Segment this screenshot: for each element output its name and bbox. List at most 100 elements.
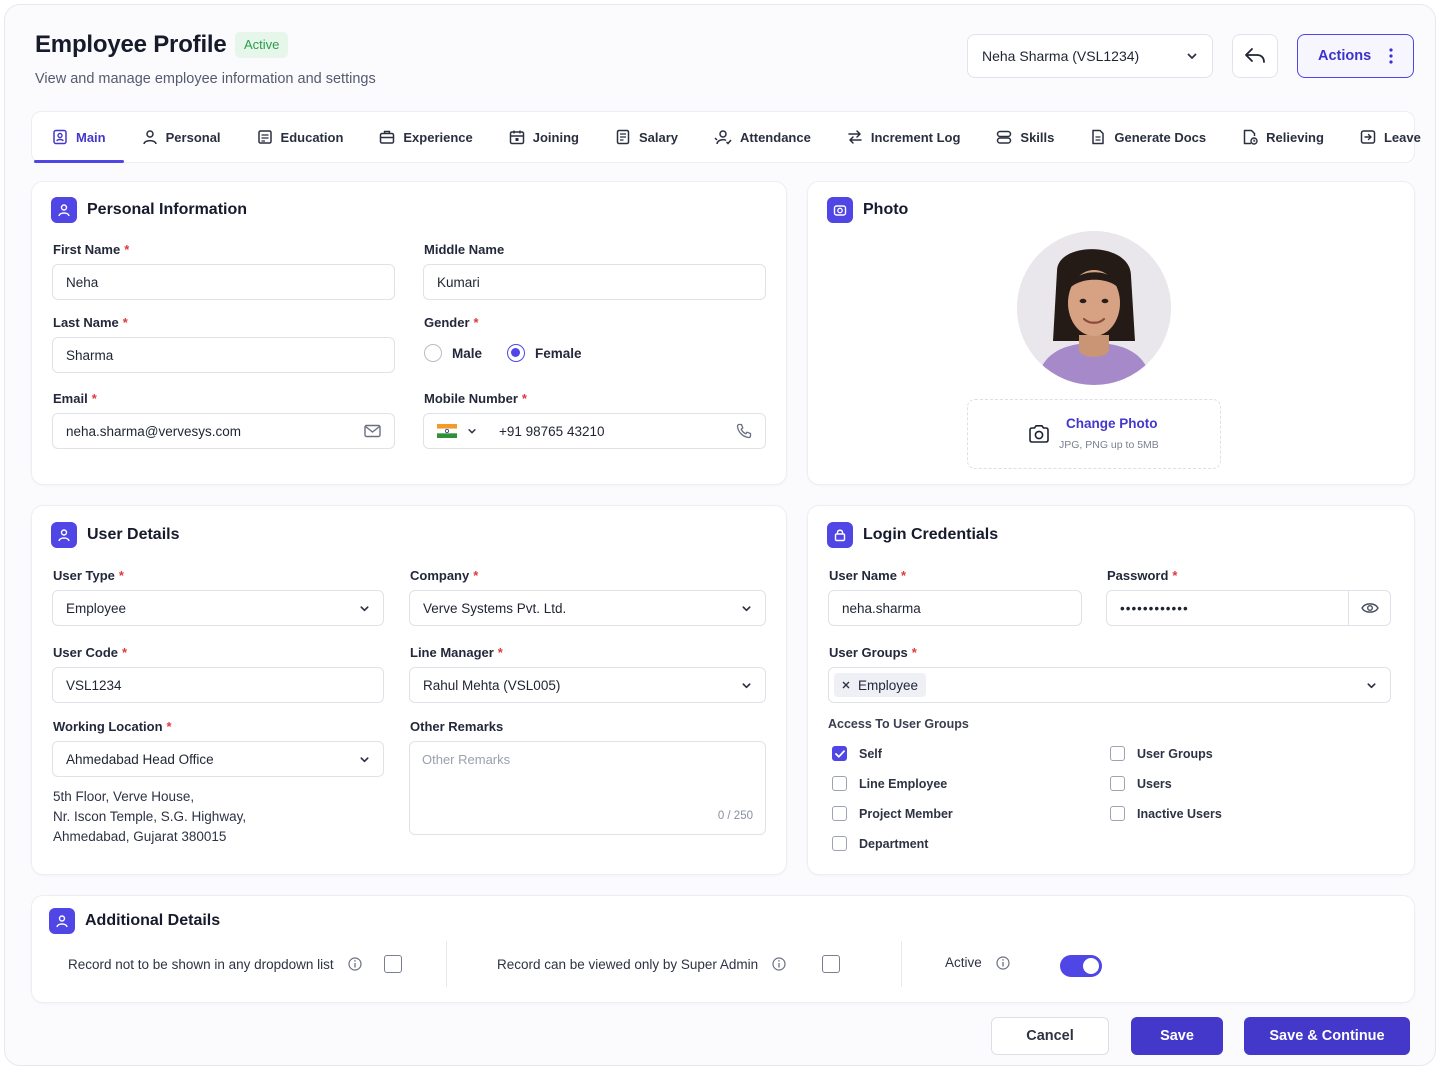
chevron-down-icon (1187, 53, 1197, 59)
password-input[interactable]: •••••••••••• (1106, 590, 1391, 626)
tab-experience-label: Experience (403, 129, 473, 145)
divider (446, 941, 447, 987)
change-photo-dropzone[interactable]: Change Photo JPG, PNG up to 5MB (967, 399, 1221, 469)
close-icon[interactable] (842, 681, 850, 689)
user-type-label: User Type * (53, 568, 124, 583)
access-line-employee-checkbox[interactable]: Line Employee (832, 776, 947, 791)
camera-icon (827, 197, 853, 223)
hide-dropdown-option: Record not to be shown in any dropdown l… (68, 955, 402, 973)
tab-skills[interactable]: Skills (978, 112, 1072, 162)
eye-icon (1360, 603, 1379, 613)
gender-male-radio[interactable]: Male (424, 344, 482, 362)
tab-generate-docs[interactable]: Generate Docs (1072, 112, 1224, 162)
tab-joining[interactable]: Joining (491, 112, 597, 162)
other-remarks-textarea[interactable]: Other Remarks 0 / 250 (409, 741, 766, 835)
file-text-icon (1092, 129, 1105, 145)
user-icon (51, 197, 77, 223)
middle-name-input[interactable]: Kumari (423, 264, 766, 300)
active-toggle[interactable] (1060, 955, 1102, 977)
phone-icon (736, 423, 752, 439)
tab-generate-docs-label: Generate Docs (1114, 129, 1207, 145)
login-credentials-header: Login Credentials (827, 522, 998, 548)
additional-details-card (31, 895, 1415, 1003)
tab-salary-label: Salary (638, 129, 679, 145)
employee-avatar (1017, 231, 1171, 385)
person-icon (142, 130, 157, 145)
layers-icon (997, 130, 1012, 144)
tab-attendance[interactable]: Attendance (696, 112, 829, 162)
actions-button[interactable]: Actions (1297, 34, 1414, 78)
username-input[interactable]: neha.sharma (828, 590, 1082, 626)
app-frame: Employee Profile Active View and manage … (4, 4, 1436, 1066)
reply-arrow-icon (1245, 48, 1265, 63)
user-type-select[interactable]: Employee (52, 590, 384, 626)
chevron-down-icon[interactable] (467, 426, 477, 436)
tab-bar: Main Personal Education Experience Joini… (31, 111, 1421, 163)
email-input[interactable]: neha.sharma@vervesys.com (52, 413, 395, 449)
more-vertical-icon (1389, 48, 1393, 64)
access-users-checkbox[interactable]: Users (1110, 776, 1172, 791)
info-icon[interactable] (996, 955, 1010, 970)
last-name-input[interactable]: Sharma (52, 337, 395, 373)
exit-icon (1360, 130, 1376, 144)
file-clock-icon (1243, 129, 1258, 145)
back-button[interactable] (1232, 34, 1278, 78)
login-credentials-title: Login Credentials (863, 526, 999, 543)
email-label: Email * (53, 391, 97, 406)
hide-dropdown-checkbox[interactable] (383, 955, 402, 973)
username-label: User Name * (829, 568, 906, 583)
tab-main[interactable]: Main (34, 112, 124, 163)
access-user-groups-checkbox[interactable]: User Groups (1110, 746, 1213, 761)
chevron-down-icon (742, 682, 751, 688)
show-password-button[interactable] (1348, 591, 1390, 625)
tab-leave[interactable]: Leave (1342, 112, 1435, 162)
tab-salary[interactable]: Salary (597, 112, 696, 162)
photo-title: Photo (863, 201, 909, 218)
employee-select-value: Neha Sharma (VSL1234) (982, 48, 1140, 64)
access-department-checkbox[interactable]: Department (832, 836, 928, 851)
save-button[interactable]: Save (1131, 1017, 1223, 1055)
tab-joining-label: Joining (532, 129, 579, 145)
mobile-input[interactable]: +91 98765 43210 (423, 413, 766, 449)
document-money-icon (616, 129, 630, 145)
user-groups-multiselect[interactable]: Employee (828, 667, 1391, 703)
line-manager-select[interactable]: Rahul Mehta (VSL005) (409, 667, 766, 703)
tab-increment-log-label: Increment Log (870, 129, 961, 145)
additional-details-header: Additional Details (49, 908, 220, 934)
change-photo-link[interactable]: Change Photo (1066, 416, 1158, 431)
working-location-select[interactable]: Ahmedabad Head Office (52, 741, 384, 777)
employee-select[interactable]: Neha Sharma (VSL1234) (967, 34, 1213, 78)
photo-header: Photo (827, 197, 908, 223)
save-continue-button[interactable]: Save & Continue (1244, 1017, 1410, 1055)
tab-personal[interactable]: Personal (124, 112, 239, 162)
mail-icon (364, 424, 381, 438)
user-badge-icon (53, 129, 67, 145)
tab-personal-label: Personal (165, 129, 221, 145)
tab-increment-log[interactable]: Increment Log (829, 112, 979, 162)
chevron-down-icon (742, 605, 751, 611)
tab-main-label: Main (76, 129, 106, 145)
company-select[interactable]: Verve Systems Pvt. Ltd. (409, 590, 766, 626)
calendar-icon (509, 130, 525, 145)
tab-education-label: Education (280, 129, 344, 145)
tab-education[interactable]: Education (239, 112, 362, 162)
access-project-member-checkbox[interactable]: Project Member (832, 806, 953, 821)
access-self-checkbox[interactable]: Self (832, 746, 882, 761)
gender-female-radio[interactable]: Female (507, 344, 582, 362)
user-check-icon (714, 130, 732, 145)
user-details-header: User Details (51, 522, 180, 548)
access-inactive-users-checkbox[interactable]: Inactive Users (1110, 806, 1222, 821)
super-admin-checkbox[interactable] (822, 955, 841, 973)
info-icon[interactable] (348, 957, 362, 971)
tab-attendance-label: Attendance (740, 129, 811, 145)
user-code-input[interactable]: VSL1234 (52, 667, 384, 703)
first-name-input[interactable]: Neha (52, 264, 395, 300)
user-icon (51, 522, 77, 548)
working-location-label: Working Location * (53, 719, 172, 734)
cancel-button[interactable]: Cancel (991, 1017, 1109, 1055)
info-icon[interactable] (772, 957, 786, 971)
tab-relieving[interactable]: Relieving (1224, 112, 1342, 162)
tab-experience[interactable]: Experience (361, 112, 490, 162)
briefcase-icon (380, 130, 395, 144)
last-name-label: Last Name * (53, 315, 128, 330)
